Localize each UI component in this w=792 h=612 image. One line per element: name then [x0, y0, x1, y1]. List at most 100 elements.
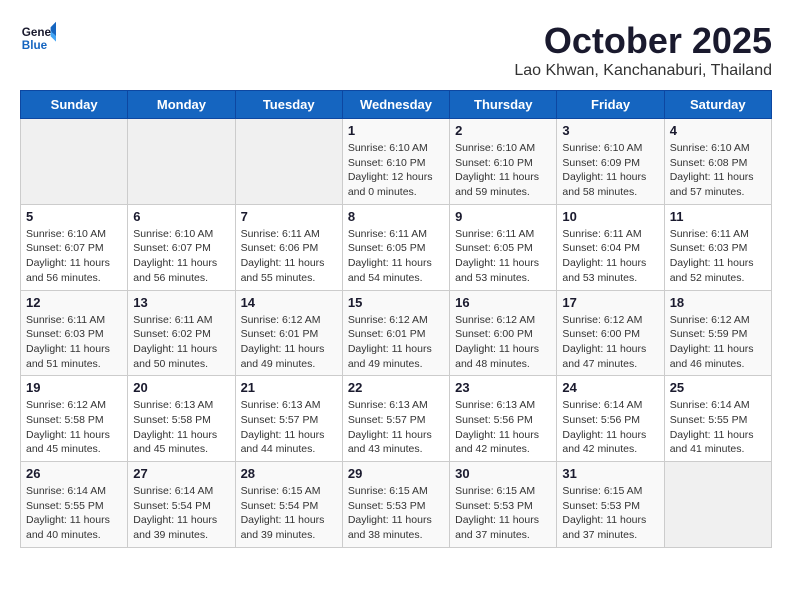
- day-header-friday: Friday: [557, 91, 664, 119]
- svg-text:Blue: Blue: [22, 39, 48, 52]
- location-subtitle: Lao Khwan, Kanchanaburi, Thailand: [514, 62, 772, 80]
- day-number: 15: [348, 295, 444, 310]
- day-cell: 4Sunrise: 6:10 AMSunset: 6:08 PMDaylight…: [664, 119, 771, 205]
- day-number: 27: [133, 466, 229, 481]
- calendar-table: SundayMondayTuesdayWednesdayThursdayFrid…: [20, 90, 772, 548]
- day-info: Sunrise: 6:14 AMSunset: 5:55 PMDaylight:…: [670, 398, 766, 457]
- day-cell: [21, 119, 128, 205]
- week-row-5: 26Sunrise: 6:14 AMSunset: 5:55 PMDayligh…: [21, 462, 772, 548]
- day-number: 9: [455, 209, 551, 224]
- day-info: Sunrise: 6:14 AMSunset: 5:56 PMDaylight:…: [562, 398, 658, 457]
- day-info: Sunrise: 6:13 AMSunset: 5:58 PMDaylight:…: [133, 398, 229, 457]
- day-number: 22: [348, 380, 444, 395]
- day-info: Sunrise: 6:12 AMSunset: 6:01 PMDaylight:…: [241, 313, 337, 372]
- day-cell: 23Sunrise: 6:13 AMSunset: 5:56 PMDayligh…: [450, 376, 557, 462]
- day-header-saturday: Saturday: [664, 91, 771, 119]
- day-number: 25: [670, 380, 766, 395]
- day-info: Sunrise: 6:12 AMSunset: 6:00 PMDaylight:…: [562, 313, 658, 372]
- day-info: Sunrise: 6:11 AMSunset: 6:05 PMDaylight:…: [348, 227, 444, 286]
- month-title: October 2025: [514, 20, 772, 62]
- logo-icon: General Blue: [20, 20, 56, 56]
- day-cell: 29 Sunrise: 6:15 AMSunset: 5:53 PMDayligh…: [342, 462, 449, 548]
- day-info: Sunrise: 6:10 AMSunset: 6:09 PMDaylight:…: [562, 141, 658, 200]
- day-number: 17: [562, 295, 658, 310]
- day-header-thursday: Thursday: [450, 91, 557, 119]
- day-info: Sunrise: 6:10 AMSunset: 6:07 PMDaylight:…: [26, 227, 122, 286]
- day-number: 3: [562, 123, 658, 138]
- day-info: Sunrise: 6:15 AMSunset: 5:53 PMDaylight:…: [348, 484, 444, 543]
- day-cell: 7 Sunrise: 6:11 AMSunset: 6:06 PMDaylight…: [235, 204, 342, 290]
- header: General Blue October 2025 Lao Khwan, Kan…: [20, 20, 772, 80]
- day-cell: 16 Sunrise: 6:12 AMSunset: 6:00 PMDayligh…: [450, 290, 557, 376]
- day-cell: 30 Sunrise: 6:15 AMSunset: 5:53 PMDayligh…: [450, 462, 557, 548]
- title-area: October 2025 Lao Khwan, Kanchanaburi, Th…: [514, 20, 772, 80]
- day-number: 8: [348, 209, 444, 224]
- day-number: 6: [133, 209, 229, 224]
- day-cell: 21 Sunrise: 6:13 AMSunset: 5:57 PMDayligh…: [235, 376, 342, 462]
- day-number: 13: [133, 295, 229, 310]
- week-row-2: 5 Sunrise: 6:10 AMSunset: 6:07 PMDaylight…: [21, 204, 772, 290]
- day-number: 4: [670, 123, 766, 138]
- day-info: Sunrise: 6:14 AMSunset: 5:55 PMDaylight:…: [26, 484, 122, 543]
- day-info: Sunrise: 6:11 AMSunset: 6:03 PMDaylight:…: [670, 227, 766, 286]
- day-info: Sunrise: 6:10 AMSunset: 6:07 PMDaylight:…: [133, 227, 229, 286]
- calendar-header: SundayMondayTuesdayWednesdayThursdayFrid…: [21, 91, 772, 119]
- day-info: Sunrise: 6:13 AMSunset: 5:57 PMDaylight:…: [348, 398, 444, 457]
- day-info: Sunrise: 6:11 AMSunset: 6:04 PMDaylight:…: [562, 227, 658, 286]
- day-number: 21: [241, 380, 337, 395]
- day-info: Sunrise: 6:11 AMSunset: 6:05 PMDaylight:…: [455, 227, 551, 286]
- day-cell: 12 Sunrise: 6:11 AMSunset: 6:03 PMDayligh…: [21, 290, 128, 376]
- day-number: 5: [26, 209, 122, 224]
- day-info: Sunrise: 6:11 AMSunset: 6:03 PMDaylight:…: [26, 313, 122, 372]
- day-number: 16: [455, 295, 551, 310]
- day-cell: 5 Sunrise: 6:10 AMSunset: 6:07 PMDaylight…: [21, 204, 128, 290]
- day-number: 30: [455, 466, 551, 481]
- day-info: Sunrise: 6:10 AMSunset: 6:10 PMDaylight:…: [455, 141, 551, 200]
- day-number: 1: [348, 123, 444, 138]
- day-cell: 13Sunrise: 6:11 AMSunset: 6:02 PMDayligh…: [128, 290, 235, 376]
- day-number: 28: [241, 466, 337, 481]
- day-cell: 11 Sunrise: 6:11 AMSunset: 6:03 PMDayligh…: [664, 204, 771, 290]
- day-info: Sunrise: 6:13 AMSunset: 5:57 PMDaylight:…: [241, 398, 337, 457]
- day-number: 11: [670, 209, 766, 224]
- day-cell: 10Sunrise: 6:11 AMSunset: 6:04 PMDayligh…: [557, 204, 664, 290]
- day-cell: 3 Sunrise: 6:10 AMSunset: 6:09 PMDaylight…: [557, 119, 664, 205]
- day-number: 18: [670, 295, 766, 310]
- day-number: 14: [241, 295, 337, 310]
- logo: General Blue: [20, 20, 56, 56]
- day-cell: 2Sunrise: 6:10 AMSunset: 6:10 PMDaylight…: [450, 119, 557, 205]
- day-cell: 9 Sunrise: 6:11 AMSunset: 6:05 PMDaylight…: [450, 204, 557, 290]
- week-row-4: 19Sunrise: 6:12 AMSunset: 5:58 PMDayligh…: [21, 376, 772, 462]
- day-cell: 8 Sunrise: 6:11 AMSunset: 6:05 PMDaylight…: [342, 204, 449, 290]
- day-cell: 22 Sunrise: 6:13 AMSunset: 5:57 PMDayligh…: [342, 376, 449, 462]
- day-info: Sunrise: 6:12 AMSunset: 6:00 PMDaylight:…: [455, 313, 551, 372]
- calendar-body: 1 Sunrise: 6:10 AMSunset: 6:10 PMDaylight…: [21, 119, 772, 548]
- day-header-tuesday: Tuesday: [235, 91, 342, 119]
- day-info: Sunrise: 6:15 AMSunset: 5:53 PMDaylight:…: [455, 484, 551, 543]
- day-cell: 27Sunrise: 6:14 AMSunset: 5:54 PMDayligh…: [128, 462, 235, 548]
- day-cell: 15Sunrise: 6:12 AMSunset: 6:01 PMDayligh…: [342, 290, 449, 376]
- day-info: Sunrise: 6:10 AMSunset: 6:10 PMDaylight:…: [348, 141, 444, 200]
- day-cell: 25 Sunrise: 6:14 AMSunset: 5:55 PMDayligh…: [664, 376, 771, 462]
- day-info: Sunrise: 6:11 AMSunset: 6:06 PMDaylight:…: [241, 227, 337, 286]
- day-number: 19: [26, 380, 122, 395]
- day-number: 12: [26, 295, 122, 310]
- day-number: 7: [241, 209, 337, 224]
- day-number: 29: [348, 466, 444, 481]
- day-cell: [664, 462, 771, 548]
- day-cell: 26Sunrise: 6:14 AMSunset: 5:55 PMDayligh…: [21, 462, 128, 548]
- day-info: Sunrise: 6:15 AMSunset: 5:54 PMDaylight:…: [241, 484, 337, 543]
- day-number: 23: [455, 380, 551, 395]
- day-cell: 17 Sunrise: 6:12 AMSunset: 6:00 PMDayligh…: [557, 290, 664, 376]
- day-cell: 14 Sunrise: 6:12 AMSunset: 6:01 PMDayligh…: [235, 290, 342, 376]
- day-cell: 19Sunrise: 6:12 AMSunset: 5:58 PMDayligh…: [21, 376, 128, 462]
- day-number: 24: [562, 380, 658, 395]
- day-info: Sunrise: 6:15 AMSunset: 5:53 PMDaylight:…: [562, 484, 658, 543]
- week-row-1: 1 Sunrise: 6:10 AMSunset: 6:10 PMDaylight…: [21, 119, 772, 205]
- week-row-3: 12 Sunrise: 6:11 AMSunset: 6:03 PMDayligh…: [21, 290, 772, 376]
- day-cell: 28 Sunrise: 6:15 AMSunset: 5:54 PMDayligh…: [235, 462, 342, 548]
- day-number: 31: [562, 466, 658, 481]
- day-cell: 6 Sunrise: 6:10 AMSunset: 6:07 PMDaylight…: [128, 204, 235, 290]
- day-cell: 18Sunrise: 6:12 AMSunset: 5:59 PMDayligh…: [664, 290, 771, 376]
- day-cell: 24 Sunrise: 6:14 AMSunset: 5:56 PMDayligh…: [557, 376, 664, 462]
